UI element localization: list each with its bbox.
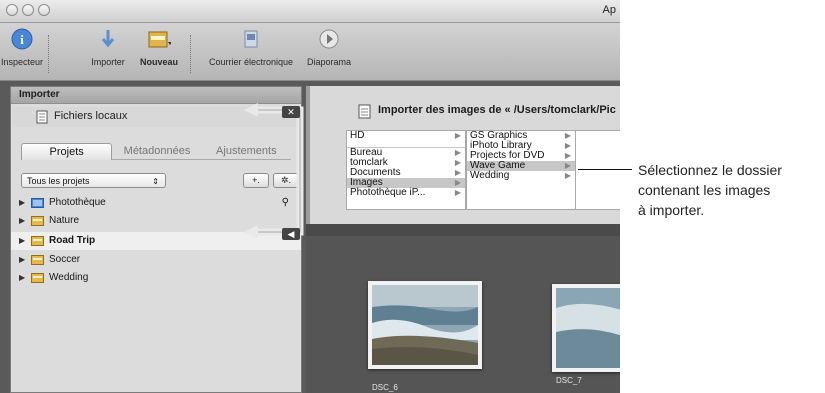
project-filter-select[interactable]: Tous les projets ⇕ — [21, 173, 166, 188]
new-project-icon — [147, 27, 171, 51]
browser-item[interactable]: Wedding ▶ — [467, 171, 575, 181]
project-label: Nature — [49, 215, 80, 226]
thumbnail-label: DSC_6 — [372, 383, 398, 392]
tab-metadonnees[interactable]: Métadonnées — [112, 143, 202, 160]
title-bar: Ap — [0, 0, 620, 23]
disclosure-triangle-icon[interactable]: ▶ — [19, 212, 25, 230]
toolbar: i Inspecteur Importer Nouveau Courrier é… — [0, 23, 620, 81]
callout-line-2: contenant les images — [638, 182, 771, 198]
zoom-window-button[interactable] — [38, 4, 50, 16]
courrier-label: Courrier électronique — [208, 57, 294, 67]
window-title: Ap — [602, 4, 616, 16]
browser-column-3 — [576, 130, 620, 210]
local-files-label: Fichiers locaux — [54, 110, 128, 122]
arrow-left-icon[interactable]: ◀ — [282, 228, 300, 240]
project-filter-value: Tous les projets — [27, 176, 90, 186]
callout-text: Sélectionnez le dossier contenant les im… — [638, 160, 825, 220]
thumbnail-viewer: DSC_6 DSC_7 — [306, 236, 620, 393]
chevron-right-icon: ▶ — [454, 168, 461, 177]
document-icon — [358, 104, 371, 119]
disclosure-triangle-icon[interactable]: ▶ — [19, 269, 25, 287]
browser-item[interactable]: HD ▶ — [347, 131, 465, 141]
chevron-right-icon: ▶ — [564, 171, 571, 180]
chevron-right-icon: ▶ — [564, 161, 571, 170]
importer-button[interactable]: Importer — [88, 27, 128, 67]
chevron-right-icon: ▶ — [454, 158, 461, 167]
toolbar-separator — [48, 35, 49, 73]
browser-item[interactable]: Photothèque iP... ▶ — [347, 188, 465, 198]
minimize-window-button[interactable] — [22, 4, 34, 16]
diaporama-label: Diaporama — [306, 57, 352, 67]
import-source-browser: Importer des images de « /Users/tomclark… — [306, 86, 620, 224]
chevron-right-icon: ▶ — [564, 131, 571, 140]
folder-icon — [31, 255, 44, 265]
delete-icon[interactable]: ✕ — [282, 106, 300, 118]
project-item-wedding[interactable]: ▶ Wedding — [11, 269, 301, 287]
toolbar-separator — [190, 35, 191, 73]
project-label: Road Trip — [49, 235, 96, 246]
thumbnail-image[interactable] — [368, 281, 482, 369]
document-icon — [36, 110, 48, 124]
browser-column-2: GS Graphics ▶ iPhoto Library ▶ Projects fo… — [466, 130, 576, 210]
folder-icon — [31, 236, 44, 246]
project-label: Photothèque — [49, 197, 106, 208]
callout-line-3: à importer. — [638, 202, 705, 218]
courrier-button[interactable]: Courrier électronique — [202, 27, 300, 67]
nouveau-label: Nouveau — [139, 57, 178, 67]
nouveau-button[interactable]: Nouveau — [134, 27, 184, 67]
project-label: Soccer — [49, 254, 81, 265]
thumbnail-label: DSC_7 — [556, 376, 582, 385]
browser-column-1: HD ▶ Bureau ▶ tomclark ▶ Documents ▶ Images ▶… — [346, 130, 466, 210]
importer-label: Importer — [91, 57, 125, 67]
photo-library-icon — [31, 198, 44, 208]
project-label: Wedding — [49, 272, 89, 283]
import-arrow-icon — [96, 27, 120, 51]
chevron-right-icon: ▶ — [454, 178, 461, 187]
photo-wave-image — [556, 288, 620, 368]
disclosure-triangle-icon[interactable]: ▶ — [19, 232, 25, 250]
play-icon — [317, 27, 341, 51]
import-path-title: Importer des images de « /Users/tomclark… — [378, 104, 616, 116]
import-browser-pane: Importer des images de « /Users/tomclark… — [306, 86, 620, 393]
disclosure-triangle-icon[interactable]: ▶ — [19, 251, 25, 269]
chevron-right-icon: ▶ — [564, 141, 571, 150]
info-icon: i — [10, 27, 34, 51]
chevron-right-icon: ▶ — [564, 151, 571, 160]
chevron-right-icon: ▶ — [454, 131, 461, 140]
callout-leader-line — [578, 169, 632, 170]
inspecteur-label: Inspecteur — [0, 57, 44, 67]
chevron-right-icon: ▶ — [454, 188, 461, 197]
svg-text:i: i — [20, 32, 24, 47]
disclosure-triangle-icon[interactable]: ▶ — [19, 194, 25, 212]
diaporama-button[interactable]: Diaporama — [304, 27, 354, 67]
folder-icon — [31, 216, 44, 226]
select-arrows-icon: ⇕ — [152, 177, 159, 186]
photo-wave-image — [372, 285, 478, 365]
close-window-button[interactable] — [6, 4, 18, 16]
tab-projets[interactable]: Projets — [21, 143, 113, 160]
email-icon — [239, 27, 263, 51]
callout-line-1: Sélectionnez le dossier — [638, 162, 782, 178]
chevron-right-icon: ▶ — [454, 148, 461, 157]
thumbnail-image[interactable] — [552, 284, 620, 372]
app-window: Ap i Inspecteur Importer Nouveau Courrie… — [0, 0, 620, 393]
folder-icon — [31, 273, 44, 283]
inspecteur-button[interactable]: i Inspecteur — [0, 27, 44, 67]
